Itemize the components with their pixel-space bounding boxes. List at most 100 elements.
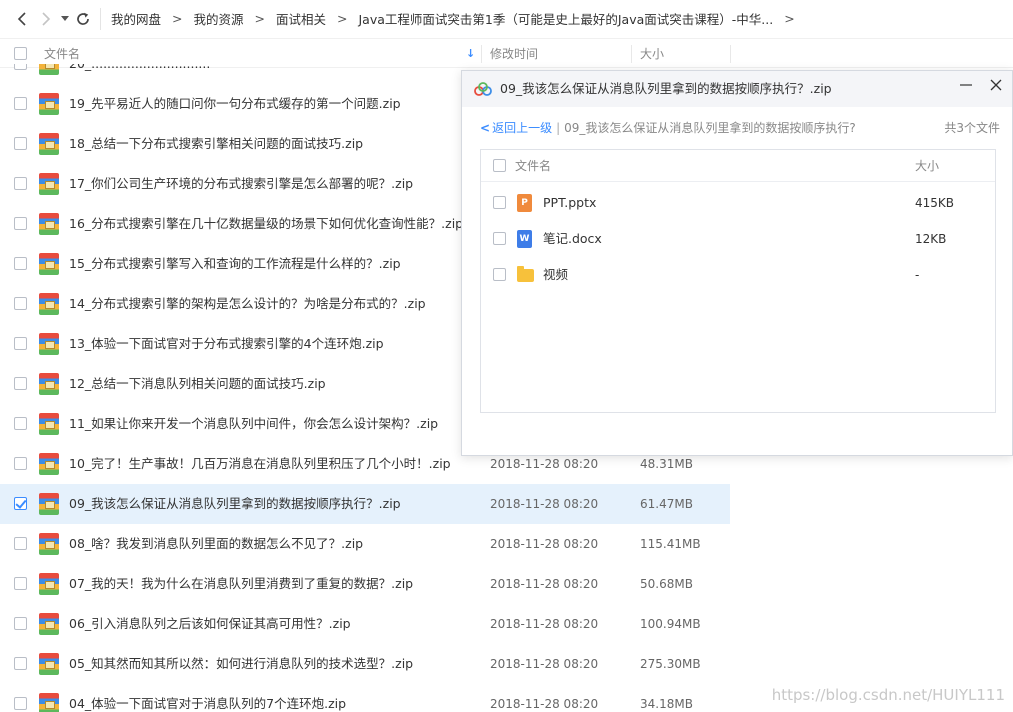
file-row[interactable]: 04_体验一下面试官对于消息队列的7个连环炮.zip 2018-11-28 08:… [0,684,730,712]
zip-preview-dialog: 09_我该怎么保证从消息队列里拿到的数据按顺序执行？.zip < 返回上一级 | 09… [461,70,1013,456]
zip-file-icon [39,413,59,435]
file-row-checkbox[interactable] [14,497,27,510]
file-name[interactable]: 18_总结一下分布式搜索引擎相关问题的面试技巧.zip [69,124,363,164]
file-row[interactable]: 06_引入消息队列之后该如何保证其高可用性？.zip 2018-11-28 08:… [0,604,730,644]
file-name[interactable]: 06_引入消息队列之后该如何保证其高可用性？.zip [69,604,351,644]
breadcrumb-separator: > [172,11,183,26]
zip-file-icon [39,693,59,712]
file-row-checkbox[interactable] [14,697,27,710]
archive-item-checkbox[interactable] [493,268,506,281]
archive-list-header: 文件名 大小 [481,150,995,182]
breadcrumb-separator: > [254,11,265,26]
breadcrumb-my-resources[interactable]: 我的资源 [192,9,246,28]
navigation-bar: 我的网盘 > 我的资源 > 面试相关 > Java工程师面试突击第1季（可能是史… [0,0,1013,37]
minimize-icon [960,84,972,86]
file-row[interactable]: 07_我的天！我为什么在消息队列里消费到了重复的数据？.zip 2018-11-2… [0,564,730,604]
file-row-checkbox[interactable] [14,417,27,430]
forward-button[interactable] [34,0,58,37]
archive-item-checkbox[interactable] [493,196,506,209]
back-button[interactable] [10,0,34,37]
file-row-checkbox[interactable] [14,217,27,230]
zip-file-icon [39,173,59,195]
file-size: 100.94MB [640,617,701,631]
chevron-right-icon [42,11,51,26]
file-name[interactable]: 09_我该怎么保证从消息队列里拿到的数据按顺序执行？.zip [69,484,401,524]
file-name[interactable]: 12_总结一下消息队列相关问题的面试技巧.zip [69,364,326,404]
zip-file-icon [39,453,59,475]
file-row[interactable]: 05_知其然而知其所以然：如何进行消息队列的技术选型？.zip 2018-11-2… [0,644,730,684]
zip-file-icon [39,64,59,75]
file-row-checkbox[interactable] [14,457,27,470]
caret-down-icon [61,15,69,21]
file-name[interactable]: 17_你们公司生产环境的分布式搜索引擎是怎么部署的呢？.zip [69,164,413,204]
breadcrumb-current-folder[interactable]: Java工程师面试突击第1季（可能是史上最好的Java面试突击课程）-中华... [357,9,776,28]
back-up-link[interactable]: < 返回上一级 [480,121,552,135]
column-divider [481,45,482,63]
archive-item-size: 415KB [915,196,955,210]
breadcrumb-overflow-arrow[interactable]: > [784,11,794,26]
file-row-checkbox[interactable] [14,137,27,150]
file-row[interactable]: 08_啥？我发到消息队列里面的数据怎么不见了？.zip 2018-11-28 08… [0,524,730,564]
file-row-checkbox[interactable] [14,257,27,270]
file-row-checkbox[interactable] [14,617,27,630]
back-up-label: 返回上一级 [492,121,553,135]
archive-column-name: 文件名 [515,159,552,173]
file-name[interactable]: 04_体验一下面试官对于消息队列的7个连环炮.zip [69,684,346,712]
zip-file-icon [39,133,59,155]
chevron-left-icon [17,11,26,26]
zip-file-icon [39,373,59,395]
refresh-button[interactable] [72,0,94,37]
file-row-checkbox[interactable] [14,377,27,390]
archive-item[interactable]: P PPT.pptx 415KB [481,185,995,221]
minimize-button[interactable] [956,75,976,95]
dialog-title: 09_我该怎么保证从消息队列里拿到的数据按顺序执行？.zip [500,81,832,96]
file-name[interactable]: 05_知其然而知其所以然：如何进行消息队列的技术选型？.zip [69,644,413,684]
file-name[interactable]: 10_完了！生产事故！几百万消息在消息队列里积压了几个小时！.zip [69,444,451,484]
file-size: 275.30MB [640,657,701,671]
select-all-checkbox[interactable] [14,47,27,60]
file-modified-time: 2018-11-28 08:20 [490,617,599,631]
archive-select-all-checkbox[interactable] [493,159,506,172]
refresh-icon [77,12,89,25]
file-name[interactable]: 07_我的天！我为什么在消息队列里消费到了重复的数据？.zip [69,564,413,604]
zip-file-icon [39,293,59,315]
breadcrumb-my-drive[interactable]: 我的网盘 [109,9,163,28]
file-name[interactable]: 13_体验一下面试官对于分布式搜索引擎的4个连环炮.zip [69,324,384,364]
archive-item-checkbox[interactable] [493,232,506,245]
zip-file-icon [39,93,59,115]
file-row-checkbox[interactable] [14,537,27,550]
file-name[interactable]: 15_分布式搜索引擎写入和查询的工作流程是什么样的？.zip [69,244,401,284]
zip-file-icon [39,653,59,675]
zip-file-icon [39,253,59,275]
close-button[interactable] [986,73,1006,95]
file-name[interactable]: 16_分布式搜索引擎在几十亿数据量级的场景下如何优化查询性能？.zip [69,204,463,244]
breadcrumb-separator: > [337,11,348,26]
archive-item[interactable]: W 笔记.docx 12KB [481,221,995,257]
file-name[interactable]: 08_啥？我发到消息队列里面的数据怎么不见了？.zip [69,524,363,564]
history-dropdown-button[interactable] [58,0,72,37]
file-size: 61.47MB [640,497,693,511]
breadcrumb-interview[interactable]: 面试相关 [274,9,328,28]
breadcrumb: 我的网盘 > 我的资源 > 面试相关 > Java工程师面试突击第1季（可能是史… [109,9,804,28]
file-row-checkbox[interactable] [14,64,27,70]
file-row-checkbox[interactable] [14,657,27,670]
file-name[interactable]: 20_.............................. [69,64,210,84]
file-name[interactable]: 11_如果让你来开发一个消息队列中间件，你会怎么设计架构？.zip [69,404,438,444]
file-row-checkbox[interactable] [14,337,27,350]
file-name[interactable]: 19_先平易近人的随口问你一句分布式缓存的第一个问题.zip [69,84,401,124]
file-row[interactable]: 09_我该怎么保证从消息队列里拿到的数据按顺序执行？.zip 2018-11-28… [0,484,730,524]
file-row-checkbox[interactable] [14,577,27,590]
file-name[interactable]: 14_分布式搜索引擎的架构是怎么设计的？为啥是分布式的？.zip [69,284,426,324]
archive-item-size: - [915,268,920,282]
watermark-text: https://blog.csdn.net/HUIYL111 [771,686,1005,704]
archive-item[interactable]: 视频 - [481,257,995,293]
file-row-checkbox[interactable] [14,97,27,110]
file-modified-time: 2018-11-28 08:20 [490,577,599,591]
file-row-checkbox[interactable] [14,177,27,190]
dialog-current-path: 09_我该怎么保证从消息队列里拿到的数据按顺序执行? [564,121,856,135]
dialog-title-bar: 09_我该怎么保证从消息队列里拿到的数据按顺序执行？.zip [462,71,1012,107]
file-row-checkbox[interactable] [14,297,27,310]
archive-file-list: 文件名 大小 P PPT.pptx 415KB W 笔记.docx 12KB 视… [480,149,996,413]
nav-divider [100,7,101,30]
file-modified-time: 2018-11-28 08:20 [490,697,599,711]
